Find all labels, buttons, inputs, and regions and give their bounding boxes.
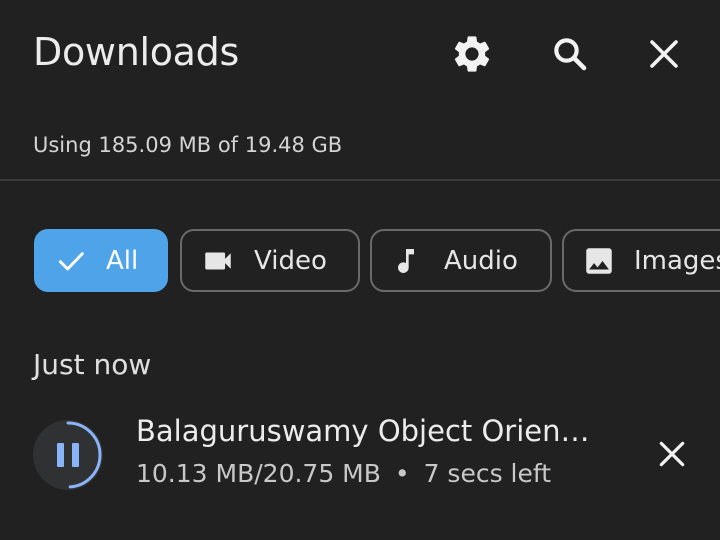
filter-chip-label: All [106,245,139,276]
download-eta: 7 secs left [423,459,552,488]
search-icon [554,38,587,71]
gear-icon [454,36,490,72]
download-progress-text: 10.13 MB/20.75 MB [136,459,381,488]
search-button[interactable] [546,30,594,78]
filter-chip-all[interactable]: All [34,229,168,292]
filter-chip-video[interactable]: Video [180,229,360,292]
close-button[interactable] [640,30,688,78]
filter-chip-images[interactable]: Images [562,229,720,292]
header-divider [0,179,720,181]
filter-chip-audio[interactable]: Audio [370,229,552,292]
pause-resume-button[interactable] [31,418,105,492]
download-status: 10.13 MB/20.75 MB • 7 secs left [136,459,551,488]
downloads-screen: Downloads Using 185.09 MB of 19.48 GB Al… [0,0,720,540]
progress-ring [33,420,103,490]
settings-button[interactable] [448,30,496,78]
storage-usage-text: Using 185.09 MB of 19.48 GB [33,133,343,157]
cancel-download-button[interactable] [648,430,696,478]
meta-separator: • [394,459,410,488]
music-note-icon [390,244,422,278]
filter-chip-label: Audio [444,245,518,276]
video-camera-icon [200,244,236,278]
image-icon [582,244,616,278]
check-icon [54,245,88,277]
download-file-name[interactable]: Balaguruswamy Object Orien… [136,414,626,448]
close-icon [650,40,678,68]
page-title: Downloads [33,30,239,74]
filter-chip-label: Video [254,245,327,276]
filter-chip-label: Images [634,245,720,276]
section-header-just-now: Just now [33,348,152,381]
close-icon [659,441,685,467]
